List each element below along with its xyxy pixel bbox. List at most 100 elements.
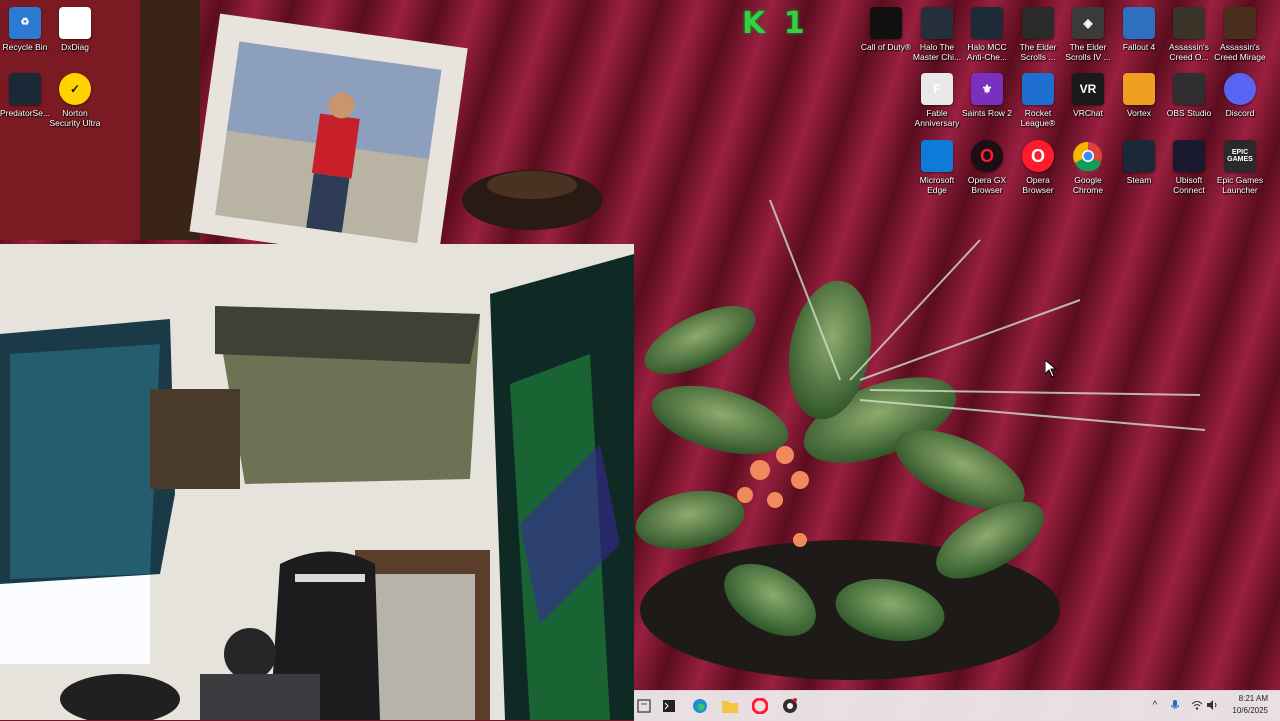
taskbar-obs[interactable] [780,696,800,716]
desktop-icon-dxdiag[interactable]: DxDiag [50,4,100,68]
chrome-icon [1072,140,1104,172]
desktop-icon-label: Steam [1126,175,1152,185]
tray-microphone-icon[interactable] [1169,699,1181,711]
recycle-icon: ♻ [9,7,41,39]
desktop-icon-recycle-bin[interactable]: ♻ Recycle Bin [0,4,50,68]
desktop-icon-halo-mc[interactable]: Halo The Master Chi... [912,4,962,68]
webcam-feed-image [0,244,634,720]
obs-icon [1173,73,1205,105]
desktop-icon-saints-row-2[interactable]: ⚜ Saints Row 2 [962,70,1012,134]
taskbar-clock[interactable]: 8:21 AM 10/6/2025 [1224,693,1268,717]
taskbar-opera[interactable] [750,696,770,716]
taskbar: ^ 8:21 AM 10/6/2025 [634,690,1280,721]
taskbar-edge[interactable] [690,696,710,716]
taskbar-terminal[interactable] [659,696,679,716]
oblivion-icon: ◈ [1072,7,1104,39]
clock-time: 8:21 AM [1238,694,1268,703]
tray-overflow-chevron-icon[interactable]: ^ [1149,699,1161,711]
vault-boy-icon [1123,7,1155,39]
terminal-icon [663,700,675,712]
assassin-icon [1173,7,1205,39]
clock-date: 10/6/2025 [1232,706,1268,715]
desktop-icon-label: Fallout 4 [1122,42,1156,52]
rocket-icon [1022,73,1054,105]
document-icon [59,7,91,39]
desktop-icon-obs[interactable]: OBS Studio [1164,70,1214,134]
desktop-icon-opera-gx[interactable]: O Opera GX Browser [962,137,1012,201]
desktop-icon-discord[interactable]: Discord [1215,70,1265,134]
desktop-icon-label: Assassin's Creed Mirage [1214,42,1266,62]
desktop-icon-label: OBS Studio [1166,108,1212,118]
desktop-icon-halo-mcc-ac[interactable]: Halo MCC Anti-Che... [962,4,1012,68]
desktop-icon-label: PredatorSe... [0,108,51,118]
dragon-icon [1022,7,1054,39]
opera-gx-icon: O [971,140,1003,172]
desktop-icon-epic[interactable]: EPIC GAMES Epic Games Launcher [1215,137,1265,201]
tray-wifi-icon[interactable] [1191,699,1203,711]
tray-volume-icon[interactable] [1207,699,1219,711]
halo-icon [971,7,1003,39]
desktop-icon-norton[interactable]: ✓ Norton Security Ultra [49,70,101,134]
edge-icon [693,699,707,713]
folder-icon [722,701,738,713]
desktop-icon-ac-mirage[interactable]: Assassin's Creed Mirage [1214,4,1266,68]
desktop-icon-label: Saints Row 2 [961,108,1013,118]
vortex-icon [1123,73,1155,105]
desktop-icon-predatorsense[interactable]: PredatorSe... [0,70,50,134]
edge-icon [921,140,953,172]
desktop-icon-label: Fable Anniversary [914,108,960,128]
desktop-icon-label: Call of Duty® [860,42,912,52]
desktop-icon-label: Ubisoft Connect [1173,175,1205,195]
taskbar-widgets[interactable] [634,696,654,716]
mouse-cursor-icon [1045,360,1057,378]
desktop-icon-label: DxDiag [61,42,89,52]
webcam-overlay [0,244,634,720]
epic-icon: EPIC GAMES [1224,140,1256,172]
desktop-icon-label: Recycle Bin [2,42,48,52]
norton-check-icon: ✓ [59,73,91,105]
desktop-icon-label: The Elder Scrolls ... [1019,42,1057,62]
desktop-icon-call-of-duty[interactable]: Call of Duty® [861,4,911,68]
desktop-icon-label: Assassin's Creed O... [1169,42,1209,62]
predator-icon [9,73,41,105]
discord-icon [1224,73,1256,105]
fleur-icon: ⚜ [971,73,1003,105]
desktop-icon-opera[interactable]: O Opera Browser [1013,137,1063,201]
desktop-icon-edge[interactable]: Microsoft Edge [912,137,962,201]
ubisoft-icon [1173,140,1205,172]
desktop-icon-fable[interactable]: F Fable Anniversary [912,70,962,134]
desktop-icon-label: Opera Browser [1022,175,1054,195]
assassin-icon [1224,7,1256,39]
halo-icon [921,7,953,39]
desktop-icon-label: Epic Games Launcher [1216,175,1264,195]
desktop-icon-label: Rocket League® [1020,108,1056,128]
desktop-icon-elder-scrolls-v[interactable]: The Elder Scrolls ... [1013,4,1063,68]
desktop-icon-label: Halo The Master Chi... [912,42,962,62]
opera-icon [752,698,768,714]
opera-icon: O [1022,140,1054,172]
obs-icon [783,698,797,713]
desktop-icon-chrome[interactable]: Google Chrome [1063,137,1113,201]
cod-icon [870,7,902,39]
desktop-icon-label: The Elder Scrolls IV ... [1065,42,1111,62]
desktop-icon-label: Vortex [1126,108,1152,118]
desktop-icon-vrchat[interactable]: VR VRChat [1063,70,1113,134]
desktop-icon-rocket-league[interactable]: Rocket League® [1013,70,1063,134]
desktop-icon-label: Halo MCC Anti-Che... [966,42,1008,62]
desktop-icon-elder-scrolls-iv[interactable]: ◈ The Elder Scrolls IV ... [1063,4,1113,68]
steam-icon [1123,140,1155,172]
desktop-icon-steam[interactable]: Steam [1114,137,1164,201]
desktop-icon-label: Discord [1225,108,1255,118]
desktop-icon-vortex[interactable]: Vortex [1114,70,1164,134]
widgets-icon [637,699,651,713]
taskbar-explorer[interactable] [720,696,740,716]
desktop-icon-fallout-4[interactable]: Fallout 4 [1114,4,1164,68]
k1-overlay-text: K 1 [742,6,809,41]
desktop-icon-label: Norton Security Ultra [49,108,101,128]
desktop-icon-ac-odyssey[interactable]: Assassin's Creed O... [1164,4,1214,68]
desktop-icon-label: Microsoft Edge [919,175,955,195]
desktop-icon-ubisoft[interactable]: Ubisoft Connect [1164,137,1214,201]
desktop-icon-label: VRChat [1073,108,1103,118]
fable-icon: F [921,73,953,105]
vr-icon: VR [1072,73,1104,105]
